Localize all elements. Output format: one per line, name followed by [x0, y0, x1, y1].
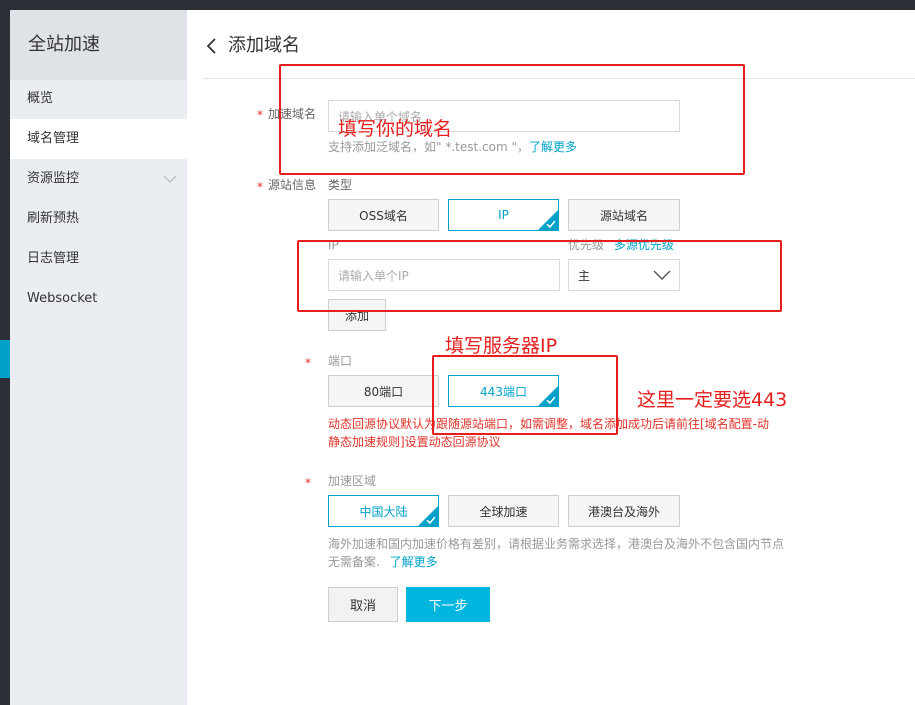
required-marker: * [305, 476, 311, 490]
origin-type-ip-button[interactable]: IP [448, 199, 559, 231]
port-warning-line-2: 静态加速规则]设置动态回源协议 [328, 435, 501, 449]
region-mainland-label: 中国大陆 [359, 504, 408, 519]
port-80-button[interactable]: 80端口 [328, 375, 439, 407]
annotation-port-note: 这里一定要选443 [637, 389, 788, 411]
annotation-domain-note: 填写你的域名 [338, 118, 453, 140]
sidebar-item-websocket[interactable]: Websocket [10, 279, 187, 319]
origin-type-oss-button[interactable]: OSS域名 [328, 199, 439, 231]
top-bar [0, 0, 915, 10]
origin-type-label: 类型 [328, 178, 353, 192]
check-icon [546, 220, 556, 228]
required-marker: * [257, 108, 263, 122]
annotation-box-ip [297, 240, 782, 312]
region-learn-more-link[interactable]: 了解更多 [390, 555, 438, 569]
origin-type-ip-label: IP [498, 208, 509, 222]
region-help-line-2: 无需备案. 了解更多 [328, 554, 784, 570]
required-marker: * [257, 180, 263, 194]
sidebar-item-log-management[interactable]: 日志管理 [10, 239, 187, 279]
origin-label: 源站信息 [268, 178, 317, 192]
page-title: 添加域名 [228, 35, 300, 56]
sidebar-title: 全站加速 [10, 10, 187, 80]
sidebar-item-label: 资源监控 [27, 171, 80, 186]
sidebar-item-resource-monitoring[interactable]: 资源监控 [10, 159, 187, 199]
sidebar-item-overview[interactable]: 概览 [10, 79, 187, 119]
region-global-button[interactable]: 全球加速 [448, 495, 559, 527]
region-help-text: 无需备案. [328, 555, 380, 569]
back-chevron-icon[interactable] [205, 36, 219, 56]
chevron-down-icon [163, 175, 177, 183]
next-step-button[interactable]: 下一步 [406, 587, 490, 622]
port-label: 端口 [328, 354, 353, 368]
console-left-accent [0, 340, 10, 378]
region-mainland-button[interactable]: 中国大陆 [328, 495, 439, 527]
sidebar-item-refresh-preload[interactable]: 刷新预热 [10, 199, 187, 239]
sidebar-item-domain-management[interactable]: 域名管理 [10, 119, 187, 159]
region-help: 海外加速和国内加速价格有差别，请根据业务需求选择，港澳台及海外不包含国内节点 无… [328, 536, 784, 570]
region-overseas-button[interactable]: 港澳台及海外 [568, 495, 680, 527]
check-icon [426, 516, 436, 524]
region-label: 加速区域 [328, 474, 377, 488]
origin-type-domain-button[interactable]: 源站域名 [568, 199, 680, 231]
cancel-button[interactable]: 取消 [328, 587, 398, 622]
required-marker: * [305, 356, 311, 370]
annotation-box-port [432, 355, 618, 435]
region-help-line-1: 海外加速和国内加速价格有差别，请根据业务需求选择，港澳台及海外不包含国内节点 [328, 537, 785, 551]
